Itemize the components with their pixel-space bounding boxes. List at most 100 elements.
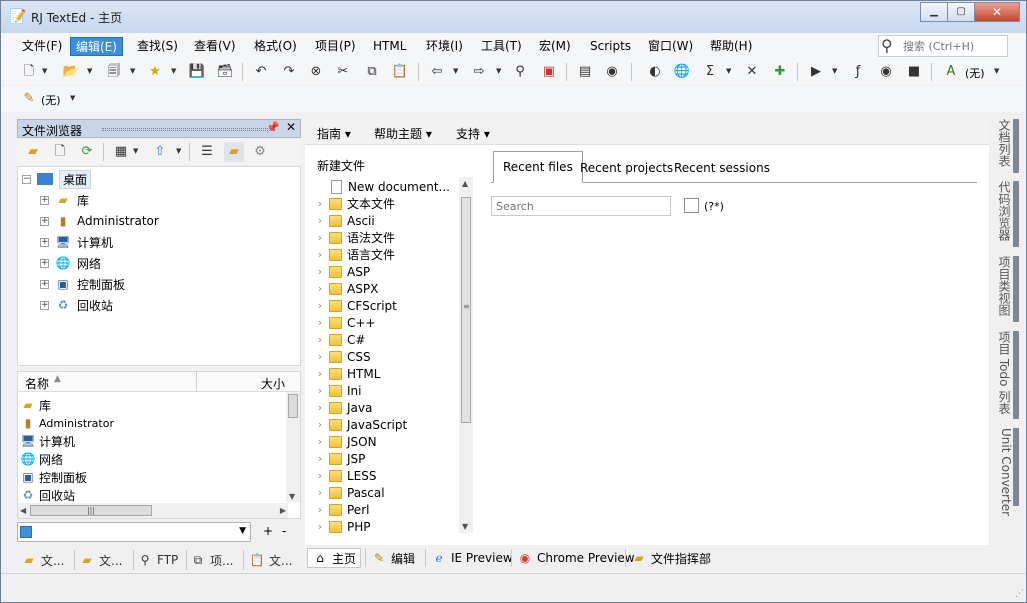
drive-selector[interactable]: ▼	[17, 522, 251, 542]
expand-icon[interactable]: +	[40, 237, 49, 247]
close-button[interactable]: ✕	[974, 2, 1020, 22]
chevron-right-icon[interactable]: ›	[315, 299, 325, 312]
syntax-dropdown-icon[interactable]: ▼	[994, 67, 1000, 75]
list-item[interactable]: ▰ 库	[20, 396, 51, 414]
recent-files-icon[interactable]: 🗐	[104, 62, 124, 82]
remove-filter-button[interactable]: -	[282, 524, 286, 538]
tab-recent-files[interactable]: Recent files	[493, 151, 583, 183]
menu-help[interactable]: 帮助(H)	[705, 37, 757, 56]
new-file-item[interactable]: › CSS	[315, 348, 463, 365]
chevron-right-icon[interactable]: ›	[315, 418, 325, 431]
up-dropdown-icon[interactable]: ▼	[176, 147, 182, 155]
new-file-item[interactable]: › Ascii	[315, 212, 463, 229]
run-dropdown-icon[interactable]: ▼	[832, 67, 838, 75]
sigma-icon[interactable]: Σ	[700, 62, 720, 82]
chevron-right-icon[interactable]: ›	[315, 486, 325, 499]
menu-project[interactable]: 项目(P)	[310, 37, 361, 56]
chevron-right-icon[interactable]: ›	[315, 265, 325, 278]
chevron-right-icon[interactable]: ›	[315, 469, 325, 482]
side-tab-document-list[interactable]: 文档列表	[993, 119, 1013, 167]
column-icon[interactable]: ▤	[575, 62, 595, 82]
collapse-icon[interactable]: −	[22, 174, 31, 184]
scroll-left-icon[interactable]: ◀	[20, 506, 26, 515]
syntax-value[interactable]: (无)	[965, 65, 985, 81]
new-file-item[interactable]: › HTML	[315, 365, 463, 382]
tab-file-manager[interactable]: ▰ 文...	[79, 551, 122, 569]
new-file-item[interactable]: › C#	[315, 331, 463, 348]
new-file-item[interactable]: › PHP	[315, 518, 463, 535]
copy-icon[interactable]: ⧉	[362, 62, 382, 82]
expand-icon[interactable]: +	[40, 195, 49, 205]
find-magnifier-icon[interactable]: ⚲	[510, 62, 530, 82]
record-icon[interactable]: ◉	[876, 62, 896, 82]
list-item[interactable]: ▮ Administrator	[20, 414, 114, 432]
tab-recent-sessions[interactable]: Recent sessions	[665, 155, 779, 181]
view-mode-dropdown-icon[interactable]: ▼	[133, 147, 139, 155]
menu-window[interactable]: 窗口(W)	[643, 37, 698, 56]
ie-preview-icon[interactable]: ◐	[645, 62, 665, 82]
pin-icon[interactable]: 📌	[266, 121, 280, 134]
list-item[interactable]: 🌐 网络	[20, 450, 64, 468]
tab-file-browser[interactable]: ▰ 文...	[21, 551, 64, 569]
save-all-icon[interactable]: 🗃	[215, 62, 235, 82]
chevron-right-icon[interactable]: ›	[315, 248, 325, 261]
open-folder-icon[interactable]: 📂	[61, 62, 81, 82]
nav-support[interactable]: 支持 ▾	[456, 125, 490, 142]
tools-icon[interactable]: ✕	[742, 62, 762, 82]
panel-close-icon[interactable]: ✕	[286, 120, 296, 134]
chevron-right-icon[interactable]: ›	[315, 503, 325, 516]
scroll-right-icon[interactable]: ▶	[280, 506, 286, 515]
list-item[interactable]: ▣ 控制面板	[20, 468, 87, 486]
web-globe-icon[interactable]: ◉	[602, 62, 622, 82]
plugin-icon[interactable]: ✚	[770, 62, 790, 82]
chevron-down-icon[interactable]: ▼	[239, 526, 246, 536]
side-tab-project-todo[interactable]: 项目 Todo 列表	[993, 331, 1013, 414]
expand-icon[interactable]: +	[40, 258, 49, 268]
open-dropdown-icon[interactable]: ▼	[87, 67, 93, 75]
tree-item-library[interactable]: + ▰ 库	[40, 191, 89, 209]
run-macro-icon[interactable]: ▶	[806, 62, 826, 82]
nav-help-topics[interactable]: 帮助主题 ▾	[374, 125, 432, 142]
new-file-item[interactable]: › 文本文件	[315, 195, 463, 212]
menu-find[interactable]: 查找(S)	[132, 37, 183, 56]
favorites-dropdown-icon[interactable]: ▼	[171, 67, 177, 75]
list-item[interactable]: ♻ 回收站	[20, 486, 75, 504]
add-filter-button[interactable]: +	[263, 524, 273, 538]
tree-item-network[interactable]: + 🌐 网络	[40, 254, 101, 272]
menu-html[interactable]: HTML	[368, 37, 411, 56]
scroll-thumb[interactable]	[288, 394, 298, 418]
new-file-scrollbar[interactable]: ▲ ≡ ▼	[459, 177, 473, 533]
new-file-item[interactable]: › 语言文件	[315, 246, 463, 263]
new-file-item[interactable]: › JavaScript	[315, 416, 463, 433]
new-file-item[interactable]: New document...	[315, 178, 463, 195]
side-tab-project-class-view[interactable]: 项目类视图	[993, 256, 1013, 316]
tree-item-recycle-bin[interactable]: + ♻ 回收站	[40, 296, 113, 314]
new-file-item[interactable]: › ASP	[315, 263, 463, 280]
chevron-right-icon[interactable]: ›	[315, 435, 325, 448]
menu-macro[interactable]: 宏(M)	[534, 37, 576, 56]
nav-guide[interactable]: 指南 ▾	[317, 125, 351, 142]
menu-format[interactable]: 格式(O)	[249, 37, 302, 56]
chevron-right-icon[interactable]: ›	[315, 197, 325, 210]
paste-icon[interactable]: 📋	[390, 62, 410, 82]
sigma-dropdown-icon[interactable]: ▼	[726, 67, 732, 75]
list-view-icon[interactable]: ☰	[197, 142, 217, 162]
expand-icon[interactable]: +	[40, 279, 49, 289]
recent-search-input[interactable]	[496, 198, 666, 214]
new-file-dropdown-icon[interactable]: ▼	[42, 67, 48, 75]
global-search[interactable]: ⚲	[878, 35, 1008, 57]
view-mode-icon[interactable]: ▦	[111, 142, 131, 162]
menu-file[interactable]: 文件(F)	[17, 37, 67, 56]
side-tab-unit-converter[interactable]: Unit Converter	[993, 428, 1013, 516]
save-icon[interactable]: 💾	[187, 62, 207, 82]
tree-view-icon[interactable]: ▰	[224, 142, 244, 162]
settings-gear-icon[interactable]: ⚙	[250, 142, 270, 162]
new-file-item[interactable]: › 语法文件	[315, 229, 463, 246]
regex-checkbox[interactable]	[684, 198, 699, 213]
script-icon[interactable]: ƒ	[848, 62, 868, 82]
tab-home[interactable]: ⌂ 主页	[307, 548, 362, 568]
new-file-item[interactable]: › LESS	[315, 467, 463, 484]
expand-icon[interactable]: +	[40, 300, 49, 310]
redo-icon[interactable]: ↷	[279, 62, 299, 82]
scroll-thumb[interactable]: |||	[30, 505, 152, 516]
